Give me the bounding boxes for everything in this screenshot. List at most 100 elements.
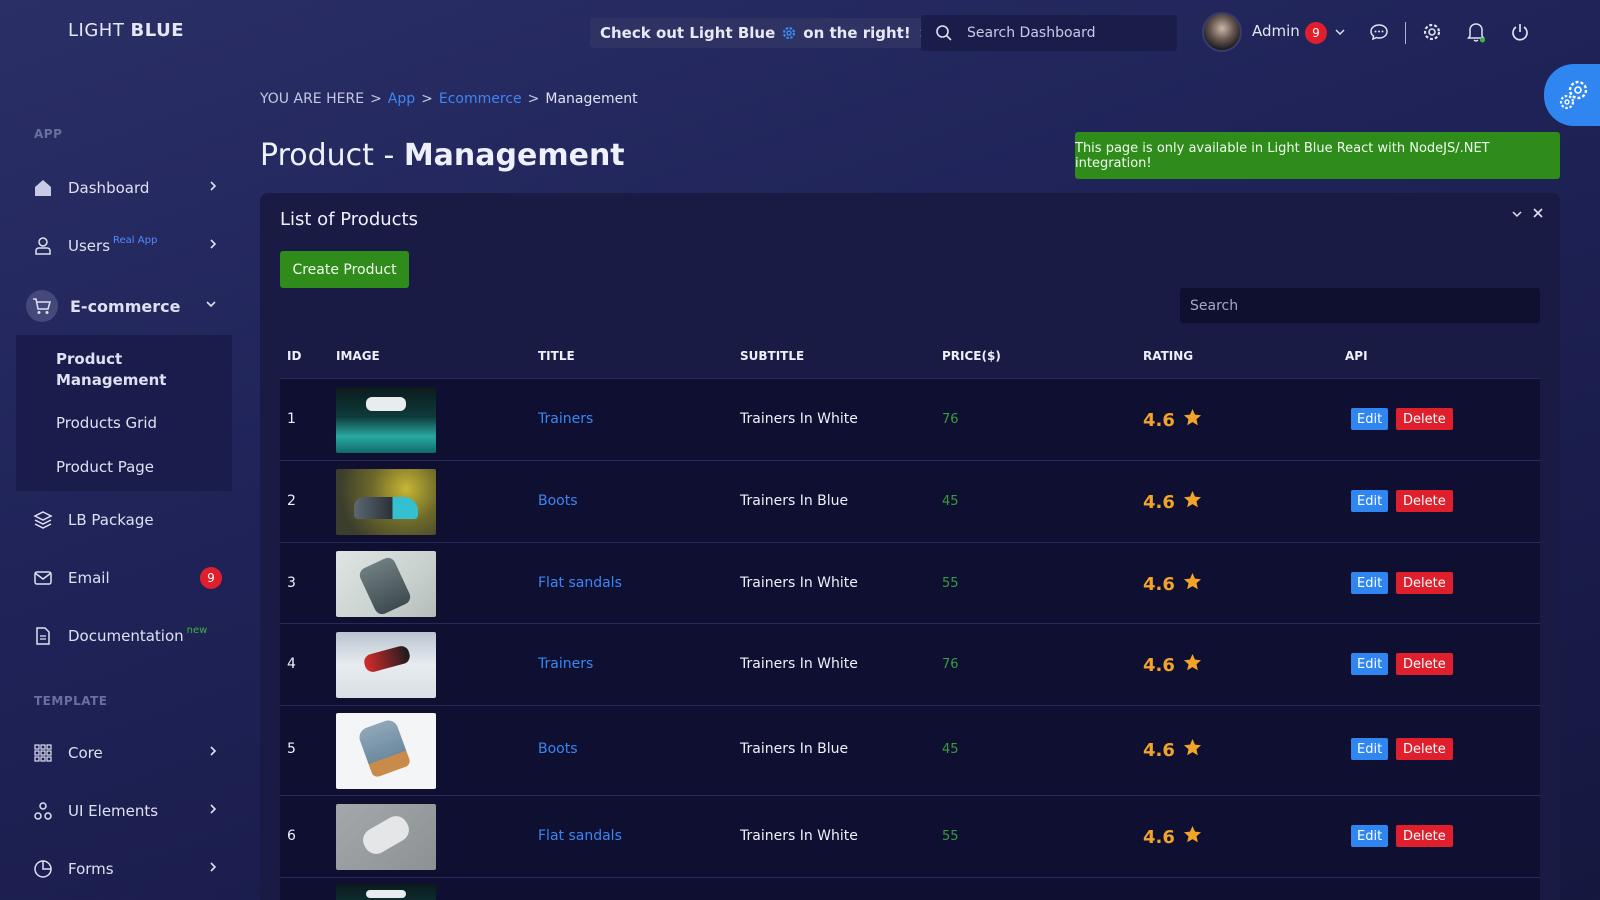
email-count-badge: 9 <box>200 567 222 589</box>
chat-icon[interactable] <box>1367 20 1391 44</box>
user-notification-badge: 9 <box>1305 22 1327 44</box>
product-subtitle: Trainers In Blue <box>740 741 849 757</box>
close-icon[interactable] <box>1532 207 1544 223</box>
product-price: 76 <box>942 657 959 672</box>
row-id: 2 <box>287 493 296 509</box>
envelope-icon <box>32 567 54 589</box>
column-header-subtitle[interactable]: SUBTITLE <box>740 349 804 363</box>
cart-icon <box>26 290 58 322</box>
sidebar-item-label: Forms <box>68 860 114 878</box>
create-product-button[interactable]: Create Product <box>280 251 409 288</box>
table-row: 5 Boots Trainers In Blue 45 4.6 Edit Del… <box>280 705 1540 795</box>
home-icon <box>32 177 54 199</box>
chevron-right-icon <box>208 236 218 256</box>
breadcrumb-link-ecommerce[interactable]: Ecommerce <box>439 91 522 107</box>
product-image[interactable] <box>336 469 436 535</box>
submenu-item-product-page[interactable]: Product Page <box>56 458 154 476</box>
delete-button[interactable]: Delete <box>1396 738 1453 760</box>
product-price: 55 <box>942 576 959 591</box>
product-price: 45 <box>942 742 959 757</box>
theme-settings-button[interactable] <box>1544 64 1600 126</box>
table-search-input[interactable] <box>1180 288 1540 323</box>
product-image[interactable] <box>336 713 436 789</box>
gears-icon <box>1557 78 1591 112</box>
sidebar-item-ui-elements[interactable]: UI Elements <box>16 789 232 833</box>
edit-button[interactable]: Edit <box>1351 408 1389 430</box>
power-icon[interactable] <box>1508 20 1532 44</box>
product-title-link[interactable]: Flat sandals <box>538 575 622 591</box>
delete-button[interactable]: Delete <box>1396 825 1453 847</box>
table-search[interactable] <box>1180 288 1540 323</box>
new-tag: new <box>186 624 208 636</box>
product-title-link[interactable]: Boots <box>538 493 578 509</box>
settings-icon[interactable] <box>1420 20 1444 44</box>
product-rating: 4.6 <box>1143 490 1202 514</box>
product-subtitle: Trainers In White <box>740 656 858 672</box>
product-image[interactable] <box>336 884 436 900</box>
sidebar-item-email[interactable]: Email 9 <box>16 556 232 600</box>
edit-button[interactable]: Edit <box>1351 653 1389 675</box>
star-icon <box>1183 408 1202 432</box>
delete-button[interactable]: Delete <box>1396 490 1453 512</box>
product-subtitle: Trainers In White <box>740 828 858 844</box>
sidebar-item-core[interactable]: Core <box>16 731 232 775</box>
chevron-right-icon <box>208 178 218 198</box>
column-header-rating[interactable]: RATING <box>1143 349 1193 363</box>
app-logo[interactable]: LIGHT BLUE <box>68 20 184 41</box>
column-header-title[interactable]: TITLE <box>538 349 575 363</box>
product-image[interactable] <box>336 632 436 698</box>
breadcrumb-link-app[interactable]: App <box>388 91 415 107</box>
product-price: 45 <box>942 494 959 509</box>
edit-button[interactable]: Edit <box>1351 490 1389 512</box>
row-id: 4 <box>287 656 296 672</box>
product-title-link[interactable]: Flat sandals <box>538 828 622 844</box>
sidebar-item-dashboard[interactable]: Dashboard <box>16 166 232 210</box>
table-row <box>280 877 1540 900</box>
sidebar-item-documentation[interactable]: Documentation new <box>16 614 232 658</box>
product-title-link[interactable]: Trainers <box>538 656 593 672</box>
column-header-image[interactable]: IMAGE <box>336 349 380 363</box>
edit-button[interactable]: Edit <box>1351 825 1389 847</box>
topbar-divider <box>1405 22 1406 44</box>
delete-button[interactable]: Delete <box>1396 408 1453 430</box>
delete-button[interactable]: Delete <box>1396 572 1453 594</box>
product-image[interactable] <box>336 387 436 453</box>
chevron-down-icon[interactable] <box>1328 20 1352 44</box>
submenu-item-products-grid[interactable]: Products Grid <box>56 414 157 432</box>
product-image[interactable] <box>336 804 436 870</box>
products-panel: List of Products Create Product ID IMAGE… <box>260 193 1560 900</box>
chevron-right-icon <box>208 859 218 879</box>
bell-icon[interactable] <box>1464 20 1488 44</box>
sidebar-item-lb-package[interactable]: LB Package <box>16 498 232 542</box>
user-name[interactable]: Admin <box>1252 22 1300 40</box>
breadcrumb-prefix: YOU ARE HERE <box>260 91 365 107</box>
product-rating: 4.6 <box>1143 738 1202 762</box>
dashboard-search[interactable] <box>921 15 1177 51</box>
column-header-id[interactable]: ID <box>287 349 301 363</box>
star-icon <box>1183 490 1202 514</box>
sidebar-item-forms[interactable]: Forms <box>16 847 232 891</box>
edit-button[interactable]: Edit <box>1351 572 1389 594</box>
search-input[interactable] <box>967 25 1157 41</box>
sidebar-item-users[interactable]: Users Real App <box>16 224 232 268</box>
product-title-link[interactable]: Trainers <box>538 411 593 427</box>
chevron-down-icon <box>204 296 218 316</box>
integration-alert: This page is only available in Light Blu… <box>1075 132 1560 179</box>
avatar[interactable] <box>1202 12 1242 52</box>
table-row: 3 Flat sandals Trainers In White 55 4.6 … <box>280 542 1540 623</box>
product-title-link[interactable]: Boots <box>538 741 578 757</box>
collapse-icon[interactable] <box>1510 207 1524 225</box>
delete-button[interactable]: Delete <box>1396 653 1453 675</box>
edit-button[interactable]: Edit <box>1351 738 1389 760</box>
product-image[interactable] <box>336 551 436 617</box>
shapes-icon <box>32 800 54 822</box>
column-header-price[interactable]: PRICE($) <box>942 349 1001 363</box>
sidebar-item-ecommerce[interactable]: E-commerce <box>16 284 232 328</box>
pie-chart-icon <box>32 858 54 880</box>
submenu-item-product-management[interactable]: Product Management <box>56 349 232 391</box>
row-id: 3 <box>287 575 296 591</box>
product-rating: 4.6 <box>1143 572 1202 596</box>
chevron-right-icon <box>208 801 218 821</box>
promo-banner: Check out Light Blue on the right! ✖ <box>590 18 943 48</box>
sidebar-section-app: APP <box>34 127 63 141</box>
